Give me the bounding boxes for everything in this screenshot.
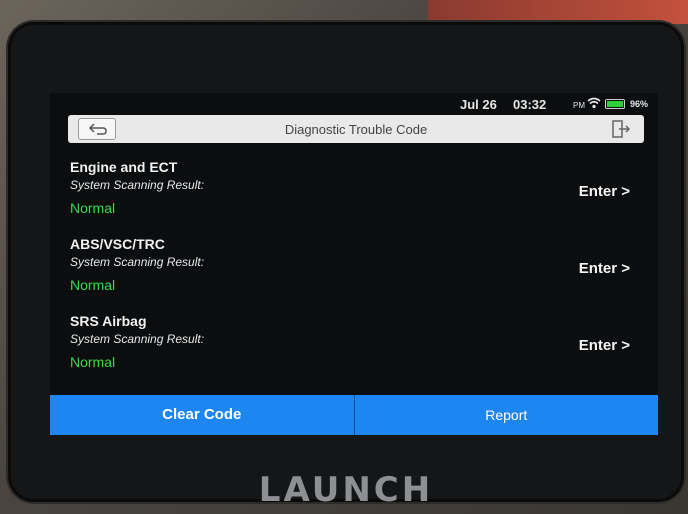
system-name: SRS Airbag bbox=[70, 313, 147, 329]
system-item-srs: SRS Airbag System Scanning Result: Norma… bbox=[70, 313, 630, 383]
clear-code-button[interactable]: Clear Code bbox=[50, 395, 355, 435]
result-label: System Scanning Result: bbox=[70, 178, 205, 192]
result-value: Normal bbox=[70, 277, 116, 293]
result-value: Normal bbox=[70, 200, 116, 216]
enter-button[interactable]: Enter > bbox=[579, 260, 630, 277]
result-label: System Scanning Result: bbox=[70, 332, 205, 346]
wifi-icon bbox=[587, 97, 601, 109]
battery-level-fill bbox=[607, 101, 623, 107]
page-title: Diagnostic Trouble Code bbox=[284, 122, 428, 137]
device-brand-logo: LAUNCH bbox=[258, 470, 434, 510]
status-bar: Jul 26 03:32 PM 96% bbox=[50, 93, 658, 115]
report-button[interactable]: Report bbox=[354, 395, 658, 435]
status-time: 03:32 bbox=[513, 97, 547, 112]
system-name: Engine and ECT bbox=[70, 159, 178, 175]
result-label: System Scanning Result: bbox=[70, 255, 205, 269]
system-name: ABS/VSC/TRC bbox=[70, 236, 165, 252]
battery-percent: 96% bbox=[630, 99, 649, 109]
action-bar: Clear Code Report bbox=[50, 395, 658, 435]
background-object bbox=[428, 0, 688, 24]
system-item-abs: ABS/VSC/TRC System Scanning Result: Norm… bbox=[70, 236, 630, 306]
enter-button[interactable]: Enter > bbox=[579, 183, 630, 200]
exit-button[interactable] bbox=[610, 119, 632, 139]
exit-icon bbox=[612, 120, 631, 138]
battery-icon bbox=[605, 99, 625, 109]
device-screen: Jul 26 03:32 PM 96% Diagnostic Trouble C… bbox=[50, 93, 658, 435]
system-item-engine: Engine and ECT System Scanning Result: N… bbox=[70, 159, 630, 229]
enter-button[interactable]: Enter > bbox=[579, 337, 630, 354]
status-ampm: PM bbox=[573, 101, 585, 110]
result-value: Normal bbox=[70, 354, 116, 370]
title-bar: Diagnostic Trouble Code bbox=[68, 115, 644, 143]
status-date: Jul 26 bbox=[460, 97, 497, 112]
